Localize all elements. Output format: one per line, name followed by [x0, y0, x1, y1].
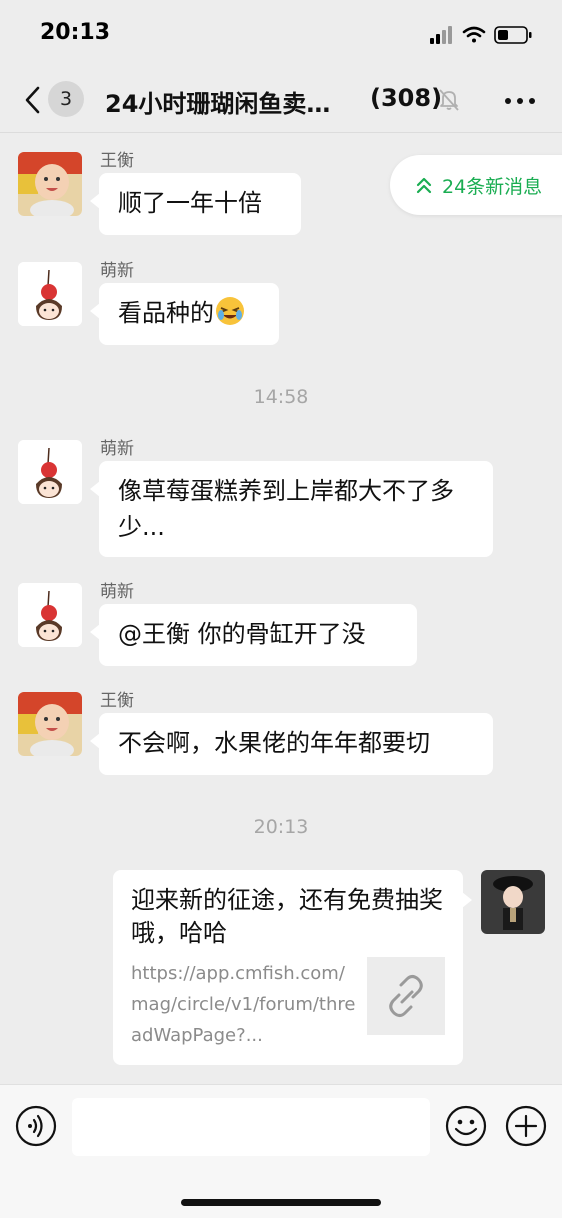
timestamp: 20:13	[253, 816, 309, 838]
timestamp: 14:58	[253, 386, 309, 408]
link-card-description: https://app.cmfish.com/mag/circle/v1/for…	[131, 963, 356, 1046]
back-icon[interactable]	[22, 84, 44, 116]
sender-name: 王衡	[100, 691, 134, 711]
avatar-mengxin[interactable]	[18, 262, 82, 326]
chat-header: 3 24小时珊瑚闲鱼卖… (308)	[0, 70, 562, 132]
sender-name: 萌新	[100, 439, 134, 459]
message-bubble[interactable]: 看品种的	[90, 283, 279, 345]
plus-icon[interactable]	[505, 1105, 547, 1147]
avatar-wangheng[interactable]	[18, 692, 82, 756]
avatar-self[interactable]	[481, 870, 545, 934]
avatar-mengxin[interactable]	[18, 583, 82, 647]
avatar-mengxin[interactable]	[18, 440, 82, 504]
input-bar	[0, 1084, 562, 1218]
chevrons-up-icon	[416, 177, 432, 194]
link-icon	[389, 975, 423, 1017]
home-indicator	[181, 1199, 381, 1206]
battery-icon	[494, 26, 532, 44]
chat-title: 24小时珊瑚闲鱼卖…	[105, 90, 331, 118]
sender-name: 萌新	[100, 261, 134, 281]
status-time: 20:13	[40, 20, 111, 45]
wifi-icon	[462, 26, 486, 43]
laughing-emoji-icon	[214, 295, 246, 327]
status-icons	[430, 26, 532, 44]
sender-name: 萌新	[100, 582, 134, 602]
more-icon[interactable]	[503, 96, 537, 106]
member-count: (308)	[370, 84, 443, 112]
new-messages-button[interactable]: 24条新消息	[390, 155, 562, 215]
status-bar: 20:13	[0, 0, 562, 70]
message-input[interactable]	[72, 1098, 430, 1156]
message-bubble[interactable]: 像草莓蛋糕养到上岸都大不了多少...	[90, 461, 493, 557]
link-card-title: 迎来新的征途，还有免费抽奖哦，哈哈	[131, 886, 443, 947]
header-divider	[0, 132, 562, 133]
message-text: 看品种的	[118, 299, 214, 327]
message-bubble[interactable]: 顺了一年十倍	[90, 173, 301, 235]
avatar-wangheng[interactable]	[18, 152, 82, 216]
link-thumbnail	[367, 957, 445, 1035]
mute-icon	[439, 89, 459, 111]
unread-count-badge[interactable]: 3	[48, 81, 84, 117]
sender-name: 王衡	[100, 151, 134, 171]
link-card-message[interactable]: 迎来新的征途，还有免费抽奖哦，哈哈 https://app.cmfish.com…	[113, 870, 472, 1065]
voice-icon[interactable]	[15, 1105, 57, 1147]
emoji-icon[interactable]	[445, 1105, 487, 1147]
message-bubble[interactable]: @王衡 你的骨缸开了没	[90, 604, 417, 666]
message-bubble[interactable]: 不会啊，水果佬的年年都要切	[90, 713, 493, 775]
new-messages-label: 24条新消息	[442, 176, 543, 198]
signal-icon	[430, 26, 452, 44]
